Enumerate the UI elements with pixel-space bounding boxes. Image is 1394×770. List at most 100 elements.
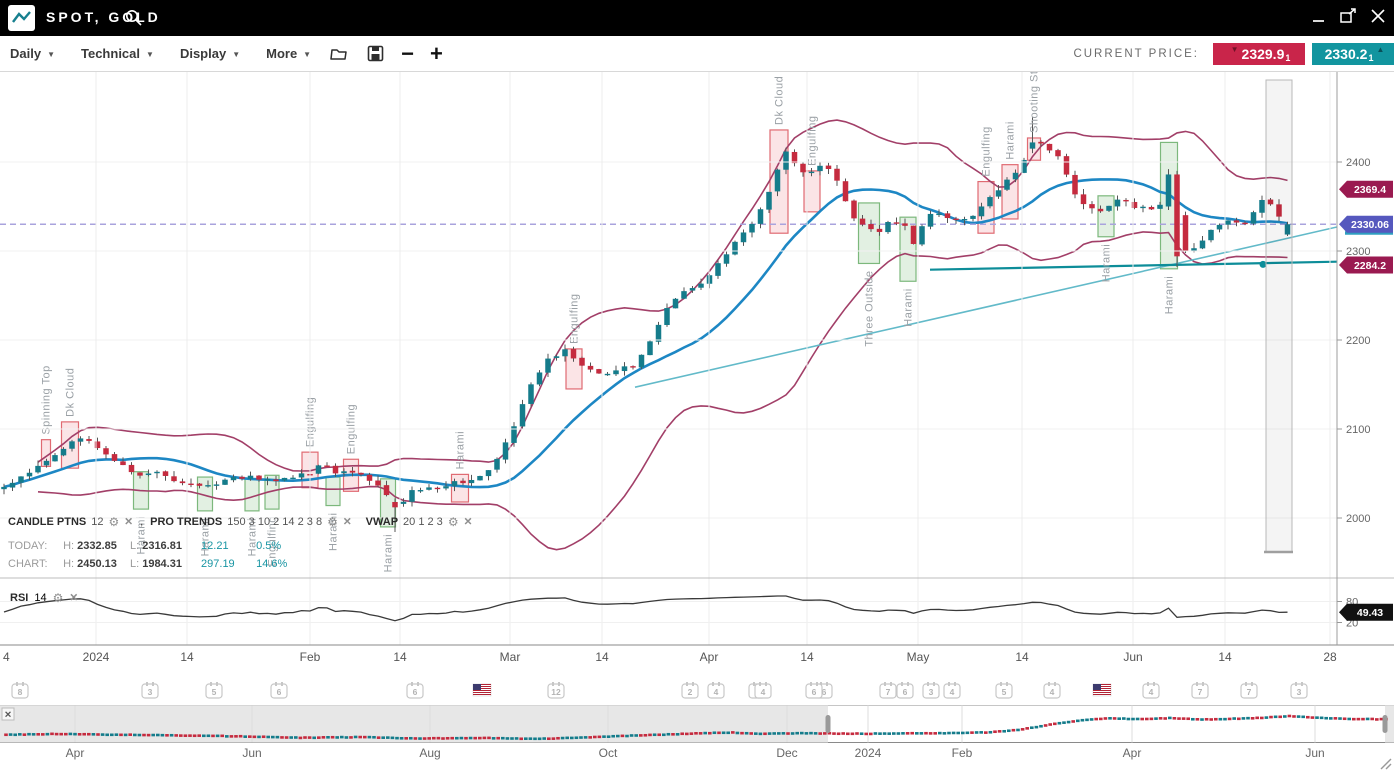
calendar-event-icon[interactable]: 4 (1044, 682, 1060, 698)
candle-body[interactable] (137, 472, 143, 475)
candle-body[interactable] (290, 478, 296, 479)
candle-body[interactable] (528, 384, 534, 404)
candle-body[interactable] (163, 471, 169, 476)
candle-body[interactable] (1123, 200, 1129, 201)
candle-body[interactable] (741, 232, 747, 242)
candle-body[interactable] (35, 466, 41, 472)
candle-body[interactable] (375, 481, 381, 486)
candle-body[interactable] (1234, 220, 1240, 222)
candle-body[interactable] (1174, 174, 1180, 256)
calendar-event-icon[interactable]: 6 (407, 682, 423, 698)
candle-body[interactable] (1149, 207, 1155, 209)
candle-body[interactable] (214, 484, 220, 485)
candle-body[interactable] (1047, 144, 1053, 151)
candle-body[interactable] (392, 502, 398, 507)
candle-body[interactable] (486, 470, 492, 476)
candle-body[interactable] (902, 223, 908, 225)
candle-body[interactable] (766, 192, 772, 210)
candle-body[interactable] (197, 484, 203, 486)
resize-grip-icon[interactable] (1386, 764, 1391, 769)
calendar-event-icon[interactable]: 6 (806, 682, 822, 698)
candle-body[interactable] (1013, 173, 1019, 180)
candle-body[interactable] (341, 471, 347, 473)
candle-body[interactable] (18, 476, 24, 482)
calendar-event-icon[interactable]: 4 (755, 682, 771, 698)
candle-body[interactable] (622, 366, 628, 371)
candle-body[interactable] (690, 288, 696, 291)
candle-body[interactable] (911, 226, 917, 244)
candle-body[interactable] (1166, 174, 1172, 206)
zoom-in-button[interactable]: + (430, 44, 443, 64)
calendar-event-icon[interactable]: 4 (1143, 682, 1159, 698)
candle-body[interactable] (1140, 207, 1146, 208)
candle-body[interactable] (1030, 142, 1036, 148)
candle-body[interactable] (1, 487, 7, 489)
candle-body[interactable] (979, 206, 985, 216)
candle-body[interactable] (503, 442, 509, 459)
candle-body[interactable] (299, 473, 305, 477)
navigator-range-handle[interactable] (826, 715, 831, 733)
candle-body[interactable] (520, 404, 526, 426)
candle-body[interactable] (256, 476, 262, 480)
candle-body[interactable] (860, 219, 866, 225)
settings-icon[interactable]: ⚙ (108, 515, 119, 529)
close-button[interactable] (1371, 9, 1386, 24)
calendar-event-icon[interactable]: 5 (206, 682, 222, 698)
calendar-event-icon[interactable]: 6 (271, 682, 287, 698)
candle-body[interactable] (1225, 220, 1231, 224)
candle-body[interactable] (1157, 205, 1163, 209)
candle-body[interactable] (426, 487, 432, 489)
candle-body[interactable] (239, 477, 245, 479)
calendar-event-icon[interactable]: 3 (142, 682, 158, 698)
candle-body[interactable] (1004, 180, 1010, 190)
candle-body[interactable] (664, 308, 670, 325)
candle-body[interactable] (469, 480, 475, 483)
candle-body[interactable] (1183, 215, 1189, 250)
candle-body[interactable] (61, 449, 67, 455)
candle-body[interactable] (1055, 150, 1061, 156)
candle-body[interactable] (877, 229, 883, 232)
calendar-event-icon[interactable]: 7 (880, 682, 896, 698)
candle-body[interactable] (588, 366, 594, 370)
candle-body[interactable] (1242, 223, 1248, 224)
candle-body[interactable] (205, 485, 211, 486)
candle-body[interactable] (452, 481, 458, 486)
candle-body[interactable] (180, 481, 186, 483)
navigator-close-icon[interactable]: ✕ (4, 710, 12, 720)
candle-body[interactable] (868, 224, 874, 229)
close-icon[interactable]: ✕ (464, 516, 473, 528)
candle-body[interactable] (273, 479, 279, 481)
calendar-event-icon[interactable]: 7 (1241, 682, 1257, 698)
calendar-event-icon[interactable]: 6 (897, 682, 913, 698)
us-flag-event-icon[interactable] (473, 684, 491, 696)
candle-body[interactable] (460, 481, 466, 483)
candle-body[interactable] (154, 472, 160, 473)
candle-body[interactable] (171, 476, 177, 481)
candle-body[interactable] (494, 459, 500, 470)
candle-body[interactable] (1115, 200, 1121, 207)
zoom-out-button[interactable]: − (401, 44, 414, 64)
candle-body[interactable] (834, 169, 840, 181)
candle-body[interactable] (282, 478, 288, 481)
candle-body[interactable] (800, 164, 806, 173)
candle-body[interactable] (562, 349, 568, 356)
candle-body[interactable] (919, 226, 925, 244)
candle-body[interactable] (103, 448, 109, 454)
candle-body[interactable] (443, 486, 449, 488)
candle-body[interactable] (69, 441, 75, 448)
candle-body[interactable] (1064, 156, 1070, 174)
candle-body[interactable] (630, 366, 636, 367)
candle-body[interactable] (358, 473, 364, 475)
candle-body[interactable] (384, 485, 390, 495)
candle-body[interactable] (775, 170, 781, 192)
candle-body[interactable] (1106, 206, 1112, 211)
candle-body[interactable] (809, 172, 815, 173)
candle-body[interactable] (350, 471, 356, 473)
candle-body[interactable] (571, 349, 577, 358)
candle-body[interactable] (936, 214, 942, 215)
candle-body[interactable] (86, 439, 92, 441)
candle-body[interactable] (894, 222, 900, 223)
close-icon[interactable]: ✕ (69, 592, 78, 604)
candle-body[interactable] (1081, 194, 1087, 204)
candle-body[interactable] (129, 465, 135, 472)
